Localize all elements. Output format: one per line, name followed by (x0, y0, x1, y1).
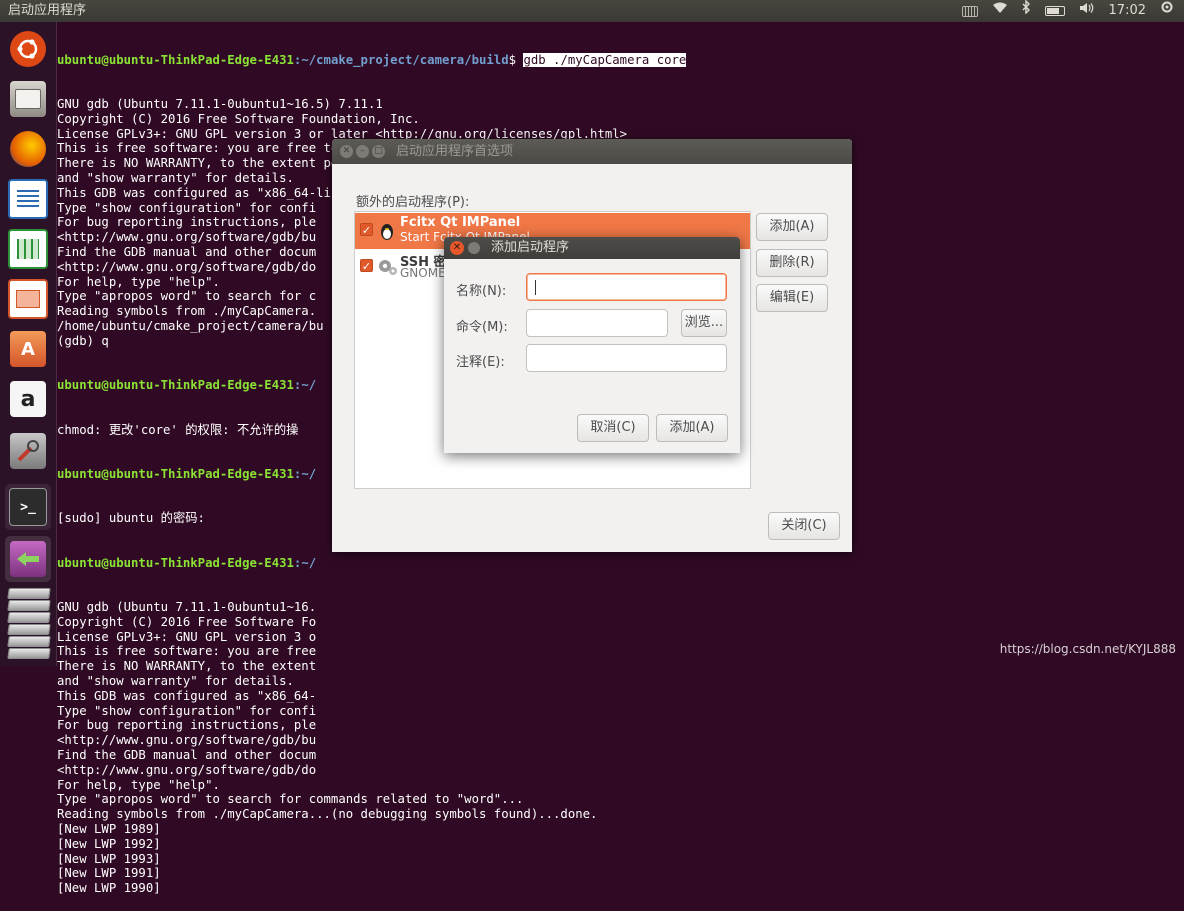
terminal-line: For bug reporting instructions, ple (57, 718, 317, 733)
comment-label: 注释(E): (456, 355, 505, 370)
terminal-line: GNU gdb (Ubuntu 7.11.1-0ubuntu1~16. (57, 600, 317, 615)
name-label: 名称(N): (456, 284, 507, 299)
close-icon[interactable]: ✕ (450, 241, 464, 255)
wifi-icon[interactable] (992, 0, 1008, 22)
close-button[interactable]: 关闭(C) (768, 512, 840, 540)
terminal-line: <http://www.gnu.org/software/gdb/do (57, 762, 317, 777)
startup-apps-icon (10, 541, 46, 577)
dialog-title: 启动应用程序首选项 (396, 144, 514, 159)
checkbox[interactable]: ✓ (360, 259, 373, 273)
ubuntu-dash-button[interactable] (5, 26, 51, 72)
terminal-line: [New LWP 1993] (57, 851, 161, 866)
writer-button[interactable] (5, 176, 51, 222)
penguin-icon (377, 221, 397, 241)
terminal-line: Copyright (C) 2016 Free Software Fo (57, 614, 317, 629)
add-button[interactable]: 添加(A) (756, 213, 828, 241)
top-panel: 启动应用程序 17:02 (0, 0, 1184, 22)
terminal-prompt-line: ubuntu@ubuntu-ThinkPad-Edge-E431:~/cmake… (57, 52, 687, 67)
libreoffice-impress-icon (8, 279, 48, 319)
bluetooth-icon[interactable] (1022, 0, 1031, 22)
system-settings-icon (10, 433, 46, 469)
calc-button[interactable] (5, 226, 51, 272)
terminal-line: [New LWP 1991] (57, 866, 161, 881)
battery-icon[interactable] (1044, 6, 1065, 16)
command-field[interactable] (526, 309, 668, 337)
amazon-button[interactable]: a (5, 376, 51, 422)
terminal-button[interactable]: >_ (5, 484, 51, 530)
terminal-line: Reading symbols from ./myCapCamera...(no… (57, 807, 598, 822)
dialog-titlebar[interactable]: ✕ 添加启动程序 (444, 237, 740, 259)
edit-button[interactable]: 编辑(E) (756, 284, 828, 312)
software-center-button[interactable]: A (5, 326, 51, 372)
browse-button[interactable]: 浏览... (681, 309, 727, 337)
terminal-line: Type "show configuration" for confi (57, 703, 317, 718)
active-app-title: 启动应用程序 (8, 3, 87, 18)
command-label: 命令(M): (456, 320, 508, 335)
terminal-line: There is NO WARRANTY, to the extent (57, 659, 317, 674)
power-gear-icon[interactable] (1160, 0, 1174, 22)
terminal-line: This GDB was configured as "x86_64- (57, 688, 317, 703)
terminal-line: [New LWP 1992] (57, 836, 161, 851)
name-field[interactable] (526, 273, 727, 301)
terminal-line: [New LWP 1990] (57, 881, 161, 896)
gears-icon (377, 257, 397, 277)
libreoffice-calc-icon (8, 229, 48, 269)
startup-list-label: 额外的启动程序(P): (356, 195, 470, 210)
launcher: A a >_ (0, 22, 57, 666)
close-icon[interactable]: ✕ (340, 145, 353, 158)
cancel-button[interactable]: 取消(C) (577, 414, 649, 442)
clock[interactable]: 17:02 (1109, 0, 1146, 22)
selected-command: gdb ./myCapCamera core (523, 52, 687, 67)
minimize-icon[interactable]: – (356, 145, 369, 158)
checkbox[interactable]: ✓ (360, 223, 373, 237)
volume-icon[interactable] (1079, 0, 1095, 22)
remove-button[interactable]: 删除(R) (756, 249, 828, 277)
add-confirm-button[interactable]: 添加(A) (656, 414, 728, 442)
dialog-titlebar[interactable]: ✕ – □ 启动应用程序首选项 (332, 139, 852, 164)
ubuntu-dash-icon (10, 31, 46, 67)
terminal-prompt-line: ubuntu@ubuntu-ThinkPad-Edge-E431:~/ (57, 555, 317, 570)
amazon-icon: a (10, 381, 46, 417)
comment-field[interactable] (526, 344, 727, 372)
files-button[interactable] (5, 76, 51, 122)
add-startup-program-dialog: ✕ 添加启动程序 名称(N): 命令(M): 浏览... 注释(E): 取消(C… (444, 237, 740, 453)
terminal-line: <http://www.gnu.org/software/gdb/bu (57, 733, 317, 748)
software-center-icon: A (10, 331, 46, 367)
system-tray: 17:02 (961, 0, 1174, 22)
minimize-icon[interactable] (468, 242, 480, 254)
firefox-icon (10, 131, 46, 167)
terminal-icon: >_ (9, 488, 47, 526)
terminal-line: Copyright (C) 2016 Free Software Foundat… (57, 111, 420, 126)
text-caret (535, 280, 536, 295)
maximize-icon[interactable]: □ (372, 145, 385, 158)
impress-button[interactable] (5, 276, 51, 322)
firefox-button[interactable] (5, 126, 51, 172)
terminal-line: For help, type "help". (57, 777, 220, 792)
dialog-title: 添加启动程序 (491, 240, 570, 255)
terminal-line: [New LWP 1989] (57, 822, 161, 837)
system-settings-button[interactable] (5, 428, 51, 474)
terminal-line: and "show warranty" for details. (57, 674, 294, 689)
files-icon (10, 81, 46, 117)
watermark: https://blog.csdn.net/KYJL888 (999, 642, 1176, 656)
terminal-line: Find the GDB manual and other docum (57, 748, 317, 763)
startup-apps-button[interactable] (5, 536, 51, 582)
terminal-line: Type "apropos word" to search for comman… (57, 792, 524, 807)
terminal-line: GNU gdb (Ubuntu 7.11.1-0ubuntu1~16.5) 7.… (57, 96, 383, 111)
keyboard-icon[interactable] (961, 5, 978, 17)
libreoffice-writer-icon (8, 179, 48, 219)
